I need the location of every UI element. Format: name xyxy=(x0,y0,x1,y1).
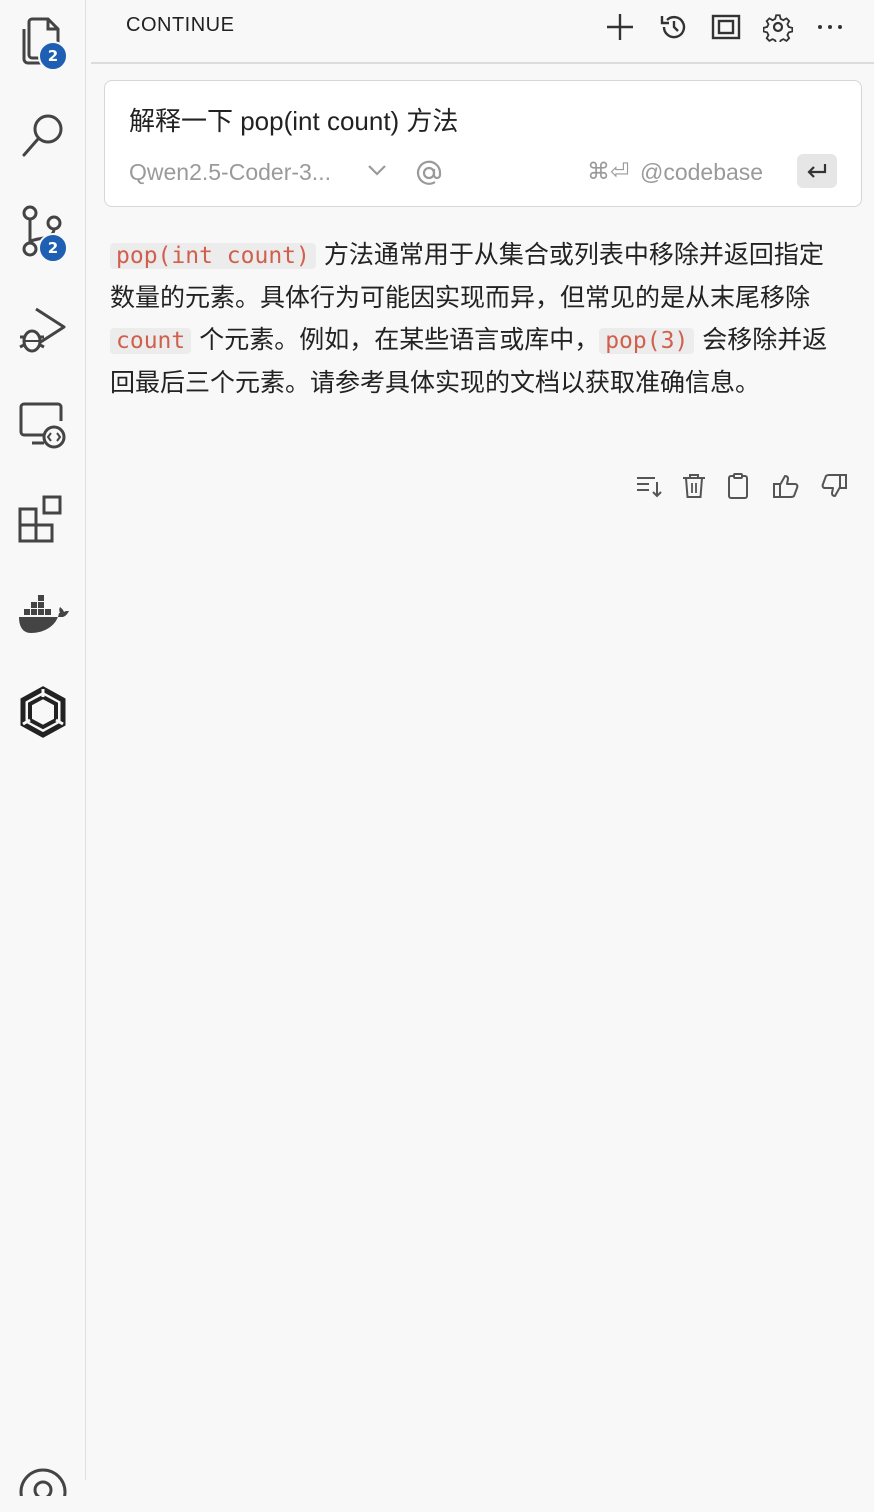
codebase-shortcut: ⌘⏎ xyxy=(587,159,630,185)
docker-icon[interactable] xyxy=(0,580,86,652)
run-debug-icon[interactable] xyxy=(0,292,86,364)
thumbs-up-button[interactable] xyxy=(770,470,802,502)
inline-code: pop(3) xyxy=(599,328,695,354)
prompt-text[interactable]: 解释一下 pop(int count) 方法 xyxy=(129,101,458,138)
thumbs-up-icon xyxy=(773,475,799,498)
remote-explorer-icon[interactable] xyxy=(0,388,86,460)
copy-button[interactable] xyxy=(722,470,754,502)
source-control-icon[interactable]: 2 xyxy=(0,196,86,268)
activity-bar: 2 2 xyxy=(0,0,86,1496)
extensions-icon[interactable] xyxy=(0,484,86,556)
more-icon xyxy=(818,25,842,29)
continue-generation-button[interactable] xyxy=(633,470,665,502)
header-divider xyxy=(91,62,874,64)
response-text: 个元素。例如，在某些语言或库中， xyxy=(191,325,600,354)
explorer-badge: 2 xyxy=(38,41,68,71)
enter-icon xyxy=(807,164,827,178)
new-session-button[interactable] xyxy=(603,10,637,44)
fullscreen-button[interactable] xyxy=(709,10,743,44)
more-button[interactable] xyxy=(813,10,847,44)
thumbs-down-icon xyxy=(821,474,847,497)
history-button[interactable] xyxy=(657,10,691,44)
chat-input-box[interactable]: 解释一下 pop(int count) 方法 Qwen2.5-Coder-3..… xyxy=(104,80,862,207)
history-icon xyxy=(660,15,686,39)
fullscreen-icon xyxy=(711,14,741,40)
panel-title: CONTINUE xyxy=(126,14,235,36)
gear-icon xyxy=(763,14,793,42)
panel-header: CONTINUE xyxy=(87,0,874,56)
inline-code: pop(int count) xyxy=(110,243,316,269)
continue-panel: CONTINUE 解释一下 pop(int count) 方法 Qwen2.5-… xyxy=(87,0,874,1480)
source-control-badge: 2 xyxy=(38,233,68,263)
delete-button[interactable] xyxy=(678,470,710,502)
clipboard-icon xyxy=(728,473,748,499)
account-icon[interactable] xyxy=(0,1440,86,1512)
search-icon[interactable] xyxy=(0,100,86,172)
explorer-icon[interactable]: 2 xyxy=(0,4,86,76)
model-selector[interactable]: Qwen2.5-Coder-3... xyxy=(129,159,331,186)
settings-button[interactable] xyxy=(761,10,795,44)
continue-icon xyxy=(637,477,662,498)
submit-button[interactable] xyxy=(797,154,837,188)
response-actions xyxy=(87,470,874,502)
at-mention-icon[interactable] xyxy=(415,159,443,187)
assistant-response: pop(int count) 方法通常用于从集合或列表中移除并返回指定数量的元素… xyxy=(110,234,845,404)
inline-code: count xyxy=(110,328,192,354)
thumbs-down-button[interactable] xyxy=(818,470,850,502)
continue-logo-icon[interactable] xyxy=(0,676,86,748)
chevron-down-icon[interactable] xyxy=(367,163,387,177)
plus-icon xyxy=(607,14,633,40)
codebase-button[interactable]: @codebase xyxy=(640,159,763,186)
trash-icon xyxy=(683,474,705,498)
